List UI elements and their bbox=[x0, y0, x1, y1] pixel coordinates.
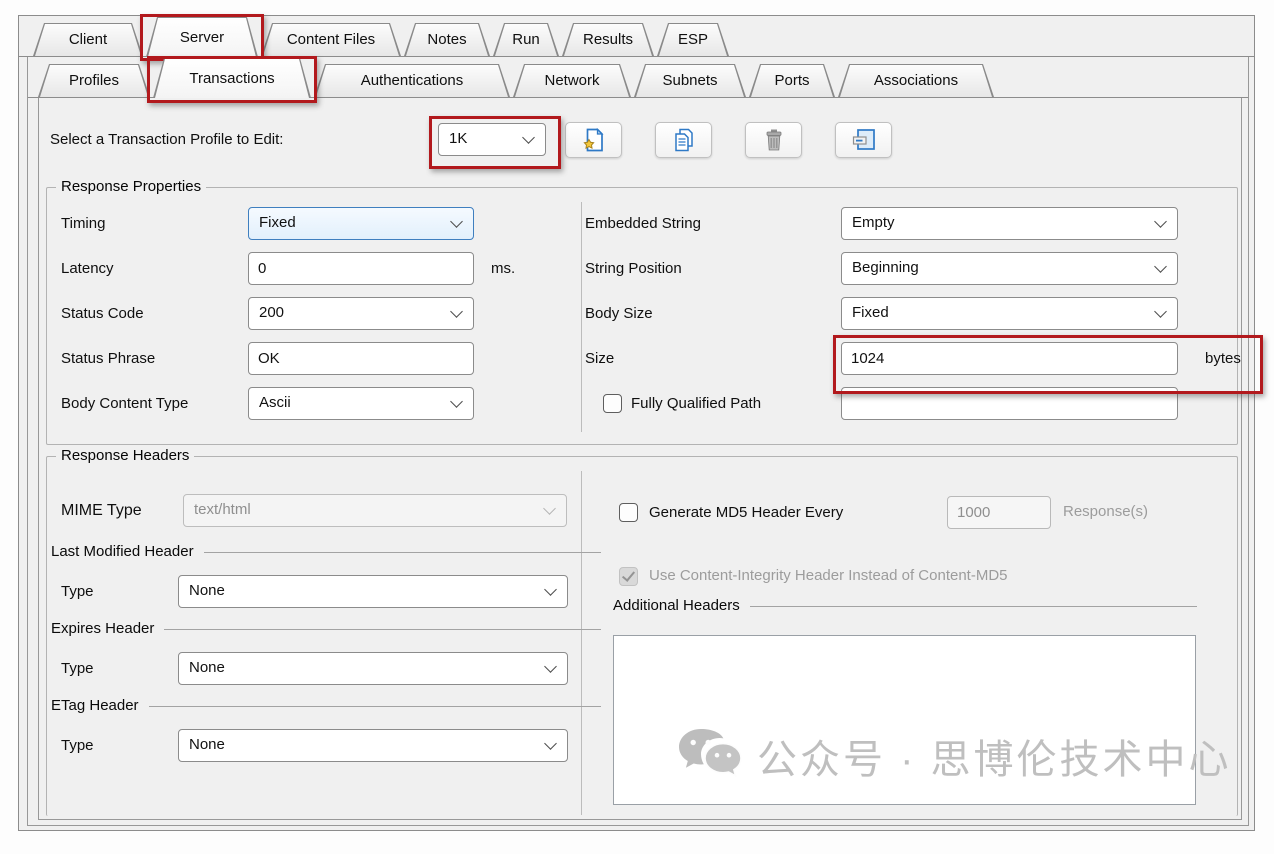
body-content-type-label: Body Content Type bbox=[61, 387, 188, 420]
column-divider bbox=[581, 202, 582, 432]
latency-unit-label: ms. bbox=[491, 252, 515, 285]
timing-label: Timing bbox=[61, 207, 105, 240]
expires-type-label: Type bbox=[61, 652, 94, 685]
new-profile-button[interactable] bbox=[565, 122, 622, 158]
main-tab-bar: Client Server Content Files Notes Run Re… bbox=[19, 16, 1254, 57]
tab-transactions[interactable]: Transactions bbox=[153, 58, 311, 98]
copy-profile-button[interactable] bbox=[655, 122, 712, 158]
status-phrase-label: Status Phrase bbox=[61, 342, 155, 375]
etag-type-label: Type bbox=[61, 729, 94, 762]
transactions-tab-panel: Select a Transaction Profile to Edit: 1K bbox=[38, 98, 1242, 820]
profile-select-label: Select a Transaction Profile to Edit: bbox=[50, 123, 283, 156]
rename-profile-button[interactable] bbox=[835, 122, 892, 158]
chevron-down-icon bbox=[450, 395, 463, 408]
chevron-down-icon bbox=[543, 502, 556, 515]
status-code-label: Status Code bbox=[61, 297, 144, 330]
status-phrase-input[interactable] bbox=[248, 342, 474, 375]
size-label: Size bbox=[585, 342, 614, 375]
chevron-down-icon bbox=[544, 660, 557, 673]
string-position-dropdown[interactable]: Beginning bbox=[841, 252, 1178, 285]
tab-esp[interactable]: ESP bbox=[657, 23, 729, 56]
configuration-panel: Client Server Content Files Notes Run Re… bbox=[18, 15, 1255, 831]
tab-content-files[interactable]: Content Files bbox=[261, 23, 401, 56]
section-rule bbox=[750, 606, 1197, 607]
last-modified-type-label: Type bbox=[61, 575, 94, 608]
mime-type-dropdown: text/html bbox=[183, 494, 567, 527]
chevron-down-icon bbox=[1154, 305, 1167, 318]
timing-dropdown[interactable]: Fixed bbox=[248, 207, 474, 240]
additional-headers-section: Additional Headers bbox=[613, 597, 1197, 614]
profile-select-dropdown[interactable]: 1K bbox=[438, 123, 546, 156]
etag-type-dropdown[interactable]: None bbox=[178, 729, 568, 762]
app-window: Client Server Content Files Notes Run Re… bbox=[0, 0, 1274, 854]
server-tab-panel: Profiles Transactions Authentications Ne… bbox=[27, 57, 1249, 826]
body-content-type-dropdown[interactable]: Ascii bbox=[248, 387, 474, 420]
generate-md5-checkbox[interactable] bbox=[619, 503, 638, 522]
delete-profile-button[interactable] bbox=[745, 122, 802, 158]
embedded-string-dropdown[interactable]: Empty bbox=[841, 207, 1178, 240]
last-modified-header-section: Last Modified Header bbox=[51, 543, 601, 560]
new-document-star-icon bbox=[581, 127, 607, 153]
status-code-dropdown[interactable]: 200 bbox=[248, 297, 474, 330]
chevron-down-icon bbox=[450, 305, 463, 318]
chevron-down-icon bbox=[522, 131, 535, 144]
fully-qualified-path-input[interactable] bbox=[841, 387, 1178, 420]
fully-qualified-path-checkbox[interactable] bbox=[603, 394, 622, 413]
tab-associations[interactable]: Associations bbox=[838, 64, 994, 97]
section-rule bbox=[164, 629, 601, 630]
tab-authentications[interactable]: Authentications bbox=[314, 64, 510, 97]
chevron-down-icon bbox=[1154, 215, 1167, 228]
tab-client[interactable]: Client bbox=[33, 23, 143, 56]
size-input[interactable] bbox=[841, 342, 1178, 375]
last-modified-type-dropdown[interactable]: None bbox=[178, 575, 568, 608]
mime-type-label: MIME Type bbox=[61, 494, 142, 527]
tab-ports[interactable]: Ports bbox=[749, 64, 835, 97]
tab-network[interactable]: Network bbox=[513, 64, 631, 97]
latency-input[interactable] bbox=[248, 252, 474, 285]
tab-profiles[interactable]: Profiles bbox=[38, 64, 150, 97]
column-divider bbox=[581, 471, 582, 815]
rename-field-icon bbox=[851, 127, 877, 153]
body-size-label: Body Size bbox=[585, 297, 653, 330]
response-properties-title: Response Properties bbox=[56, 178, 206, 195]
copy-documents-icon bbox=[671, 127, 697, 153]
chevron-down-icon bbox=[1154, 260, 1167, 273]
content-integrity-label: Use Content-Integrity Header Instead of … bbox=[649, 562, 1008, 590]
response-headers-title: Response Headers bbox=[56, 447, 194, 464]
md5-interval-input bbox=[947, 496, 1051, 529]
response-properties-group: Response Properties Timing Fixed Latency… bbox=[46, 187, 1238, 445]
chevron-down-icon bbox=[450, 215, 463, 228]
section-rule bbox=[204, 552, 601, 553]
expires-type-dropdown[interactable]: None bbox=[178, 652, 568, 685]
tab-server[interactable]: Server bbox=[146, 17, 258, 57]
fully-qualified-path-label: Fully Qualified Path bbox=[631, 387, 761, 420]
tab-notes[interactable]: Notes bbox=[404, 23, 490, 56]
content-integrity-checkbox bbox=[619, 567, 638, 586]
trash-icon bbox=[761, 127, 787, 153]
generate-md5-label: Generate MD5 Header Every bbox=[649, 496, 843, 529]
additional-headers-textarea[interactable] bbox=[613, 635, 1196, 805]
chevron-down-icon bbox=[544, 583, 557, 596]
body-size-dropdown[interactable]: Fixed bbox=[841, 297, 1178, 330]
server-sub-tab-bar: Profiles Transactions Authentications Ne… bbox=[28, 57, 1248, 98]
tab-run[interactable]: Run bbox=[493, 23, 559, 56]
chevron-down-icon bbox=[544, 737, 557, 750]
latency-label: Latency bbox=[61, 252, 114, 285]
expires-header-section: Expires Header bbox=[51, 620, 601, 637]
md5-suffix-label: Response(s) bbox=[1063, 498, 1148, 526]
embedded-string-label: Embedded String bbox=[585, 207, 701, 240]
size-unit-label: bytes bbox=[1205, 342, 1241, 375]
response-headers-group: Response Headers MIME Type text/html Las… bbox=[46, 456, 1238, 816]
tab-results[interactable]: Results bbox=[562, 23, 654, 56]
string-position-label: String Position bbox=[585, 252, 682, 285]
tab-subnets[interactable]: Subnets bbox=[634, 64, 746, 97]
etag-header-section: ETag Header bbox=[51, 697, 601, 714]
section-rule bbox=[149, 706, 601, 707]
